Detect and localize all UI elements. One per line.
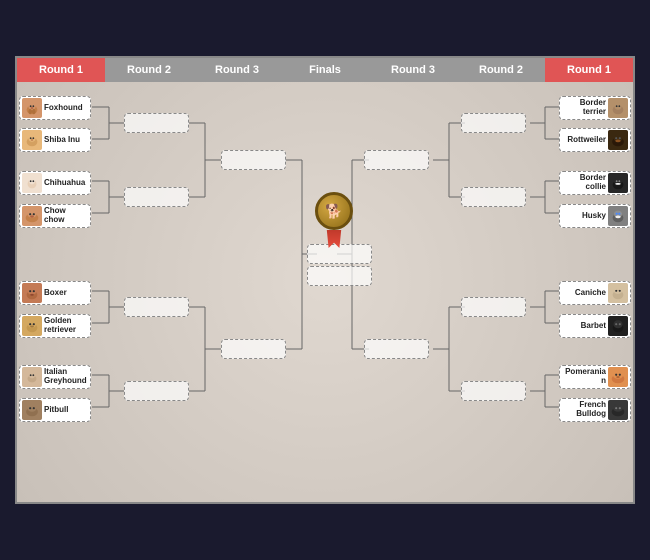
bracket-lines xyxy=(17,82,633,502)
team-caniche[interactable]: Caniche xyxy=(559,281,631,305)
header-round2-right: Round 2 xyxy=(457,58,545,82)
header-round1-left: Round 1 xyxy=(17,58,105,82)
rottweiler-icon xyxy=(608,130,628,150)
medal-ribbon xyxy=(325,230,343,248)
medal-circle: 🐕 xyxy=(315,192,353,230)
header-round3-right: Round 3 xyxy=(369,58,457,82)
pitbull-icon xyxy=(22,400,42,420)
r3-right-2 xyxy=(364,339,429,359)
bracket-container: Round 1 Round 2 Round 3 Finals Round 3 R… xyxy=(15,56,635,504)
r2-right-1 xyxy=(461,113,526,133)
header-finals: Finals xyxy=(281,58,369,82)
border-terrier-icon xyxy=(608,98,628,118)
team-border-collie[interactable]: Border collie xyxy=(559,171,631,195)
golden-icon xyxy=(22,316,42,336)
border-terrier-label: Border terrier xyxy=(562,99,606,117)
team-golden-retriever[interactable]: Golden retriever xyxy=(19,314,91,338)
rottweiler-label: Rottweiler xyxy=(567,136,606,145)
pomeranian-label: Pomeranian xyxy=(562,368,606,386)
border-collie-icon xyxy=(608,173,628,193)
chihuahua-label: Chihuahua xyxy=(44,179,85,188)
team-chow-chow[interactable]: Chow chow xyxy=(19,204,91,228)
team-french-bulldog[interactable]: French Bulldog xyxy=(559,398,631,422)
french-bulldog-label: French Bulldog xyxy=(562,401,606,419)
team-pomeranian[interactable]: Pomeranian xyxy=(559,365,631,389)
shiba-icon xyxy=(22,130,42,150)
border-collie-label: Border collie xyxy=(562,174,606,192)
r3-right-1 xyxy=(364,150,429,170)
r2-left-1 xyxy=(124,113,189,133)
pomeranian-icon xyxy=(608,367,628,387)
header-round2-left: Round 2 xyxy=(105,58,193,82)
french-bulldog-icon xyxy=(608,400,628,420)
r2-left-2 xyxy=(124,187,189,207)
chihuahua-icon xyxy=(22,173,42,193)
italian-label: Italian Greyhound xyxy=(44,368,88,386)
boxer-icon xyxy=(22,283,42,303)
team-border-terrier[interactable]: Border terrier xyxy=(559,96,631,120)
team-rottweiler[interactable]: Rottweiler xyxy=(559,128,631,152)
header-round3-left: Round 3 xyxy=(193,58,281,82)
boxer-label: Boxer xyxy=(44,289,67,298)
r3-left-1 xyxy=(221,150,286,170)
barbet-label: Barbet xyxy=(581,322,606,331)
finals-right xyxy=(307,266,372,286)
team-barbet[interactable]: Barbet xyxy=(559,314,631,338)
team-foxhound[interactable]: Foxhound xyxy=(19,96,91,120)
husky-icon xyxy=(608,206,628,226)
team-pitbull[interactable]: Pitbull xyxy=(19,398,91,422)
medal: 🐕 xyxy=(315,192,353,248)
r2-left-3 xyxy=(124,297,189,317)
team-shiba-inu[interactable]: Shiba Inu xyxy=(19,128,91,152)
r2-right-3 xyxy=(461,297,526,317)
pitbull-label: Pitbull xyxy=(44,406,68,415)
caniche-label: Caniche xyxy=(575,289,606,298)
bracket-area: Foxhound Shiba Inu Chihuahua Chow chow xyxy=(17,82,633,502)
shiba-label: Shiba Inu xyxy=(44,136,80,145)
husky-label: Husky xyxy=(582,212,606,221)
r3-left-2 xyxy=(221,339,286,359)
team-boxer[interactable]: Boxer xyxy=(19,281,91,305)
caniche-icon xyxy=(608,283,628,303)
chow-icon xyxy=(22,206,42,226)
golden-label: Golden retriever xyxy=(44,317,88,335)
foxhound-icon xyxy=(22,98,42,118)
team-husky[interactable]: Husky xyxy=(559,204,631,228)
r2-right-2 xyxy=(461,187,526,207)
r2-right-4 xyxy=(461,381,526,401)
foxhound-label: Foxhound xyxy=(44,104,83,113)
r2-left-4 xyxy=(124,381,189,401)
header-row: Round 1 Round 2 Round 3 Finals Round 3 R… xyxy=(17,58,633,82)
team-italian-greyhound[interactable]: Italian Greyhound xyxy=(19,365,91,389)
team-chihuahua[interactable]: Chihuahua xyxy=(19,171,91,195)
header-round1-right: Round 1 xyxy=(545,58,633,82)
medal-paw-icon: 🐕 xyxy=(325,203,342,220)
italian-icon xyxy=(22,367,42,387)
barbet-icon xyxy=(608,316,628,336)
chow-label: Chow chow xyxy=(44,207,88,225)
